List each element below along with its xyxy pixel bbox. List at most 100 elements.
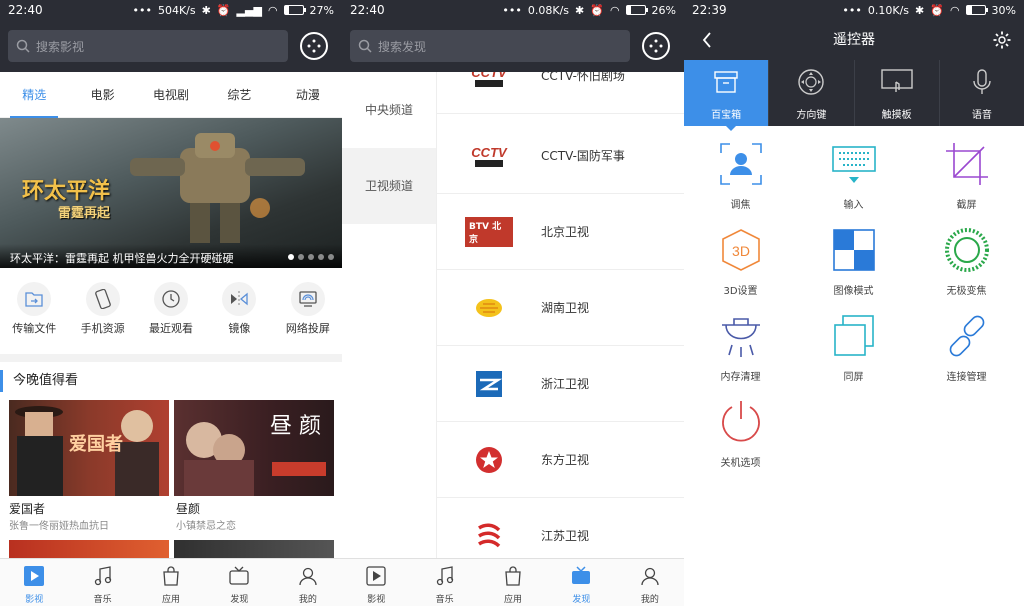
battery-icon	[283, 5, 306, 15]
remote-control-button[interactable]	[300, 32, 328, 60]
tool-screenshot[interactable]: 截屏	[910, 140, 1023, 224]
nav-video[interactable]: 影视	[342, 559, 410, 606]
nav-label: 音乐	[93, 595, 112, 605]
network-cast-button[interactable]: 网络投屏	[274, 278, 342, 346]
tool-connection[interactable]: 连接管理	[910, 312, 1023, 396]
video-poster-hirugao[interactable]: 昼 颜	[174, 400, 334, 496]
jiangsu-tv-icon	[465, 518, 513, 554]
channel-item[interactable]: 东方卫视	[437, 422, 684, 498]
nav-label: 我的	[298, 595, 317, 605]
mode-label: 触摸板	[881, 110, 912, 121]
hero-banner[interactable]: 环太平洋 雷霆再起 环太平洋：雷霆再起 机甲怪兽火力全开硬碰硬	[0, 118, 342, 268]
tool-label: 图像模式	[833, 286, 874, 297]
channel-category-list: 中央频道 卫视频道	[342, 72, 436, 558]
phone-icon	[94, 289, 111, 309]
category-satellite[interactable]: 卫视频道	[342, 148, 436, 224]
shopping-bag-icon	[163, 566, 179, 586]
nav-discover[interactable]: 发现	[205, 559, 273, 606]
battery-icon	[965, 5, 988, 15]
bottom-nav: 影视 音乐 应用 发现 我的	[342, 558, 684, 606]
video-poster-patriot[interactable]: 爱国者	[9, 400, 169, 496]
music-note-icon	[94, 566, 111, 586]
signal-icon: ▂▄▆	[236, 3, 262, 17]
banner-subtitle: 雷霆再起	[58, 206, 111, 221]
dual-screen-icon	[833, 315, 874, 356]
tool-label: 截屏	[956, 200, 977, 211]
tool-image-mode[interactable]: 图像模式	[797, 226, 910, 310]
channel-name: 东方卫视	[541, 453, 590, 467]
carousel-dot	[288, 254, 294, 260]
tool-memory-clean[interactable]: 内存清理	[684, 312, 797, 396]
shortcut-label: 网络投屏	[285, 322, 330, 335]
remote-mode-tabs: 百宝箱 方向键 触摸板 语音	[684, 60, 1024, 126]
mirror-button[interactable]: 镜像	[205, 278, 273, 346]
battery-percent: 30%	[991, 3, 1016, 17]
cast-icon	[299, 291, 317, 307]
transfer-files-button[interactable]: 传输文件	[0, 278, 68, 346]
remote-icon	[307, 39, 321, 53]
svg-text:3D: 3D	[732, 243, 750, 259]
nav-apps[interactable]: 应用	[137, 559, 205, 606]
tab-movies[interactable]: 电影	[68, 72, 136, 118]
tool-screen-sync[interactable]: 同屏	[797, 312, 910, 396]
tool-3d-settings[interactable]: 3D 3D设置	[684, 226, 797, 310]
back-arrow-icon[interactable]	[702, 32, 712, 48]
wifi-icon: ◠	[609, 3, 620, 17]
channel-item[interactable]: CCTV CCTV-国防军事	[437, 118, 684, 194]
mode-voice[interactable]: 语音	[940, 60, 1024, 126]
nav-me[interactable]: 我的	[274, 559, 342, 606]
nav-discover[interactable]: 发现	[547, 559, 615, 606]
battery-icon	[625, 5, 648, 15]
nav-video[interactable]: 影视	[0, 559, 68, 606]
zhejiang-tv-icon	[465, 366, 513, 402]
gear-icon[interactable]	[992, 30, 1012, 50]
more-dots-icon: •••	[132, 3, 152, 17]
clock-icon	[162, 290, 180, 308]
shortcut-label: 最近观看	[149, 322, 194, 335]
mode-touchpad[interactable]: 触摸板	[855, 60, 940, 126]
tool-input[interactable]: 输入	[797, 140, 910, 224]
carousel-dot	[328, 254, 334, 260]
alarm-icon: ⏰	[590, 3, 604, 17]
category-central[interactable]: 中央频道	[342, 72, 436, 148]
mode-label: 方向键	[796, 110, 827, 121]
tab-tv-series[interactable]: 电视剧	[137, 72, 205, 118]
shortcut-label: 镜像	[228, 322, 251, 335]
mode-dpad[interactable]: 方向键	[769, 60, 855, 126]
tool-zoom[interactable]: 无极变焦	[910, 226, 1023, 310]
tab-featured[interactable]: 精选	[0, 72, 68, 118]
search-input[interactable]: 搜索影视	[8, 30, 288, 62]
channel-item[interactable]: CCTV CCTV-怀旧剧场	[437, 72, 684, 114]
tv-icon	[229, 566, 250, 585]
remote-control-button[interactable]	[642, 32, 670, 60]
nav-me[interactable]: 我的	[616, 559, 684, 606]
channel-item[interactable]: 浙江卫视	[437, 346, 684, 422]
poster-title: 爱国者	[69, 434, 123, 455]
carousel-dot	[308, 254, 314, 260]
nav-music[interactable]: 音乐	[410, 559, 478, 606]
nav-apps[interactable]: 应用	[479, 559, 547, 606]
search-input[interactable]: 搜索发现	[350, 30, 630, 62]
remote-title-bar: 遥控器	[684, 20, 1024, 60]
status-time: 22:39	[692, 3, 727, 17]
channel-item[interactable]: 湖南卫视	[437, 270, 684, 346]
dragon-tv-icon	[465, 442, 513, 478]
video-title: 爱国者	[9, 502, 46, 516]
battery-fill	[284, 6, 290, 14]
video-subtitle: 张鲁一佟丽娅热血抗日	[9, 521, 109, 532]
tool-label: 3D设置	[723, 286, 758, 297]
channel-item[interactable]: BTV 北京 北京卫视	[437, 194, 684, 270]
phone-resources-button[interactable]: 手机资源	[68, 278, 136, 346]
tool-power-options[interactable]: 关机选项	[684, 398, 797, 482]
tab-variety[interactable]: 综艺	[205, 72, 273, 118]
tool-focus[interactable]: 调焦	[684, 140, 797, 224]
status-time: 22:40	[350, 3, 385, 17]
channel-item[interactable]: 江苏卫视	[437, 498, 684, 558]
mode-toolbox[interactable]: 百宝箱	[684, 60, 770, 126]
touchpad-icon	[880, 69, 913, 92]
recently-watched-button[interactable]: 最近观看	[137, 278, 205, 346]
tab-anime[interactable]: 动漫	[274, 72, 342, 118]
nav-music[interactable]: 音乐	[68, 559, 136, 606]
hunan-tv-icon	[465, 290, 513, 326]
svg-text:CCTV: CCTV	[471, 72, 508, 80]
